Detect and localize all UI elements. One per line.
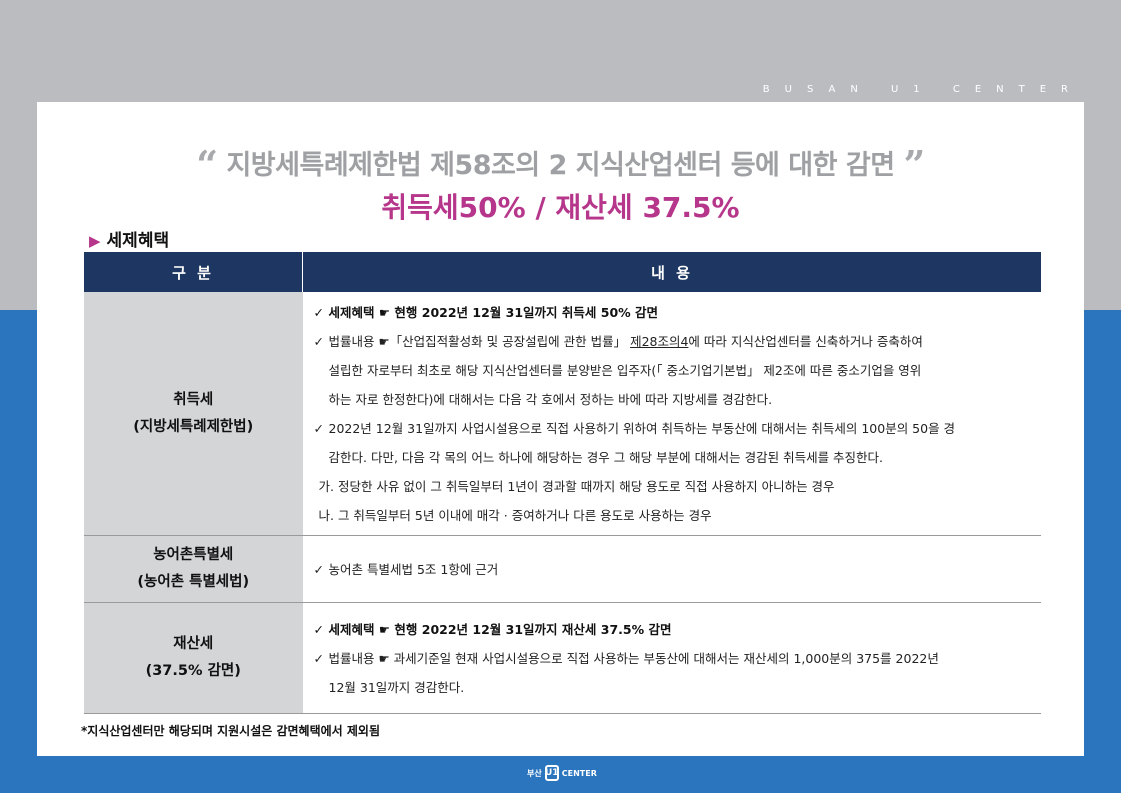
list-item: ✓ 세제혜택 ☛ 현행 2022년 12월 31일까지 재산세 37.5% 감면 (314, 615, 1032, 644)
u1-logo-icon: U1 (544, 765, 559, 781)
table-header-row: 구 분 내 용 (84, 252, 1041, 292)
table-row: 재산세 (37.5% 감면) ✓ 세제혜택 ☛ 현행 2022년 12월 31일까… (84, 602, 1041, 714)
logo-right-text: CENTER (561, 768, 597, 778)
list-item-continuation: 하는 자로 한정한다)에 대해서는 다음 각 호에서 정하는 바에 따라 지방세… (328, 391, 773, 407)
check-icon: ✓ (313, 420, 324, 436)
header-content: 내 용 (302, 252, 1041, 292)
sub-item: 나. 그 취득일부터 5년 이내에 매각 · 증여하거나 다른 용도로 사용하는… (318, 507, 712, 523)
check-icon: ✓ (313, 621, 324, 637)
section-heading: ▶ 세제혜택 (89, 226, 169, 251)
sub-item: 가. 정당한 사유 없이 그 취득일부터 1년이 경과할 때까지 해당 용도로 … (318, 478, 835, 494)
open-quote-icon: “ (196, 142, 218, 187)
content-cell: ✓ 농어촌 특별세법 5조 1항에 근거 (302, 535, 1041, 603)
check-icon: ✓ (313, 561, 324, 577)
category-law: (지방세특례제한법) (133, 418, 254, 435)
list-item-continuation: 감한다. 다만, 다음 각 목의 어느 하나에 해당하는 경우 그 해당 부분에… (328, 449, 884, 465)
list-item: ✓ 법률내용 ☛「산업집적활성화 및 공장설립에 관한 법률」 제28조의4에 따… (314, 327, 1032, 356)
title-text: 지방세특례제한법 제58조의 2 지식산업센터 등에 대한 감면 (226, 150, 895, 181)
content-card: “ 지방세특례제한법 제58조의 2 지식산업센터 등에 대한 감면 ” 취득세… (37, 102, 1084, 756)
list-item: ✓ 법률내용 ☛ 과세기준일 현재 사업시설용으로 직접 사용하는 부동산에 대해… (314, 644, 1032, 673)
category-name: 재산세 (173, 636, 214, 652)
list-item: ✓ 2022년 12월 31일까지 사업시설용으로 직접 사용하기 위하여 취득하… (314, 414, 1032, 443)
header-category: 구 분 (84, 252, 303, 292)
content-cell: ✓ 세제혜택 ☛ 현행 2022년 12월 31일까지 재산세 37.5% 감면 … (302, 602, 1041, 714)
brand-wordmark: BUSAN U1 CENTER (762, 84, 1083, 95)
law-reference-link: 제28조의4 (630, 333, 689, 349)
tax-benefit-table: 구 분 내 용 취득세 (지방세특례제한법) ✓ 세제혜택 ☛ 현행 2022년 … (84, 252, 1041, 714)
page-subtitle: 취득세50% / 재산세 37.5% (381, 191, 740, 224)
list-item: ✓ 농어촌 특별세법 5조 1항에 근거 (314, 555, 1032, 584)
category-law: (농어촌 특별세법) (137, 574, 250, 590)
footer-logo: 부산 U1 CENTER (527, 764, 597, 782)
logo-left-text: 부산 (527, 768, 542, 778)
category-cell: 취득세 (지방세특례제한법) (84, 292, 303, 536)
category-name: 농어촌특별세 (153, 547, 234, 563)
category-cell: 재산세 (37.5% 감면) (84, 602, 303, 714)
check-icon: ✓ (313, 333, 324, 349)
list-item: ✓ 세제혜택 ☛ 현행 2022년 12월 31일까지 취득세 50% 감면 (314, 298, 1032, 327)
category-cell: 농어촌특별세 (농어촌 특별세법) (84, 535, 303, 603)
table-row: 농어촌특별세 (농어촌 특별세법) ✓ 농어촌 특별세법 5조 1항에 근거 (84, 535, 1041, 603)
footnote: *지식산업센터만 해당되며 지원시설은 감면혜택에서 제외됨 (81, 724, 380, 738)
section-heading-label: 세제혜택 (106, 231, 170, 251)
content-cell: ✓ 세제혜택 ☛ 현행 2022년 12월 31일까지 취득세 50% 감면 ✓ 법… (302, 292, 1041, 536)
page-title: “ 지방세특례제한법 제58조의 2 지식산업센터 등에 대한 감면 ” (37, 142, 1084, 187)
list-item-continuation: 12월 31일까지 경감한다. (328, 679, 465, 695)
category-law: (37.5% 감면) (145, 663, 241, 679)
table-row: 취득세 (지방세특례제한법) ✓ 세제혜택 ☛ 현행 2022년 12월 31일까… (84, 292, 1041, 536)
category-name: 취득세 (173, 391, 214, 408)
check-icon: ✓ (313, 304, 324, 320)
close-quote-icon: ” (903, 142, 925, 187)
list-item-continuation: 설립한 자로부터 최초로 해당 지식산업센터를 분양받은 입주자(「 중소기업기… (328, 362, 922, 378)
triangle-bullet-icon: ▶ (89, 232, 101, 250)
check-icon: ✓ (313, 650, 324, 666)
